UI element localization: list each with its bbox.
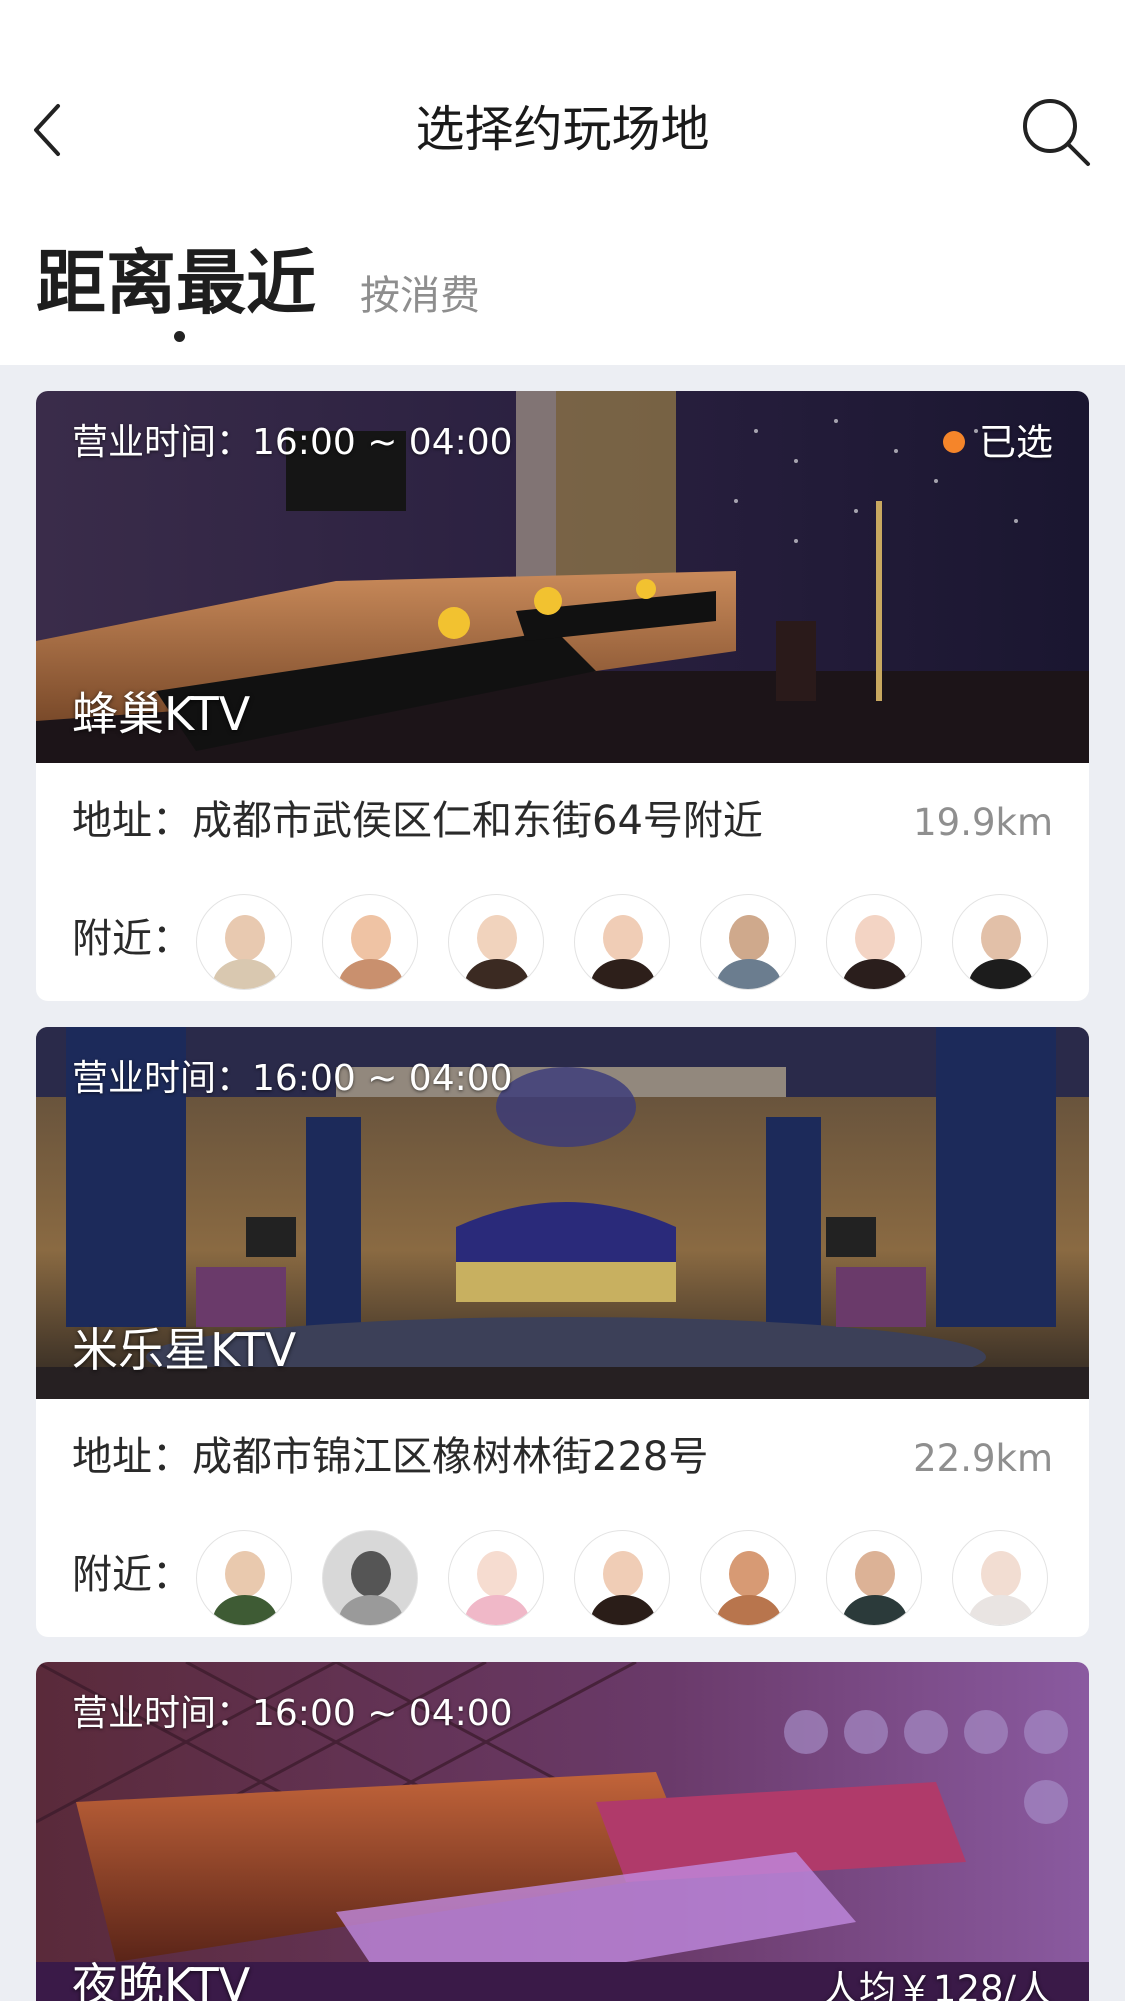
avatar[interactable] xyxy=(196,1530,292,1626)
avatar[interactable] xyxy=(574,1530,670,1626)
selected-badge: 已选 xyxy=(943,417,1053,469)
venue-photo: 营业时间：16:00 ~ 04:00 夜晚KTV 人均￥128/人 xyxy=(36,1662,1089,2001)
avatar[interactable] xyxy=(448,894,544,990)
tab-nearest[interactable]: 距离最近 xyxy=(36,238,316,328)
avatar[interactable] xyxy=(700,894,796,990)
venue-name: 夜晚KTV xyxy=(72,1958,251,2001)
avatar[interactable] xyxy=(952,1530,1048,1626)
venue-distance: 22.9km xyxy=(913,1437,1053,1480)
avatar[interactable] xyxy=(952,894,1048,990)
avatar[interactable] xyxy=(448,1530,544,1626)
nearby-avatars xyxy=(196,894,1056,990)
avatar[interactable] xyxy=(574,894,670,990)
venue-address: 地址：成都市锦江区橡树林街228号 xyxy=(72,1434,709,1480)
avatar[interactable] xyxy=(196,894,292,990)
venue-card[interactable]: 营业时间：16:00 ~ 04:00 已选 蜂巢KTV 地址：成都市武侯区仁和东… xyxy=(36,391,1089,1001)
search-icon[interactable] xyxy=(1020,96,1092,168)
active-tab-indicator xyxy=(174,331,185,342)
tab-by-cost[interactable]: 按消费 xyxy=(360,268,480,324)
business-hours: 营业时间：16:00 ~ 04:00 xyxy=(72,1058,513,1099)
header: 选择约玩场地 距离最近 按消费 xyxy=(0,0,1125,365)
avatar[interactable] xyxy=(700,1530,796,1626)
business-hours: 营业时间：16:00 ~ 04:00 xyxy=(72,1693,513,1734)
selected-label: 已选 xyxy=(979,421,1053,464)
venue-address: 地址：成都市武侯区仁和东街64号附近 xyxy=(72,798,763,844)
venue-card[interactable]: 营业时间：16:00 ~ 04:00 夜晚KTV 人均￥128/人 xyxy=(36,1662,1089,2001)
venue-card[interactable]: 营业时间：16:00 ~ 04:00 米乐星KTV 地址：成都市锦江区橡树林街2… xyxy=(36,1027,1089,1637)
avatar[interactable] xyxy=(826,894,922,990)
venue-name: 蜂巢KTV xyxy=(72,687,251,741)
venue-photo: 营业时间：16:00 ~ 04:00 已选 蜂巢KTV xyxy=(36,391,1089,763)
selected-dot-icon xyxy=(943,431,965,453)
nearby-label: 附近： xyxy=(72,1552,192,1598)
nearby-label: 附近： xyxy=(72,916,192,962)
avatar[interactable] xyxy=(322,1530,418,1626)
business-hours: 营业时间：16:00 ~ 04:00 xyxy=(72,422,513,463)
nearby-avatars xyxy=(196,1530,1056,1626)
avatar[interactable] xyxy=(322,894,418,990)
page-title: 选择约玩场地 xyxy=(415,101,710,158)
venue-distance: 19.9km xyxy=(913,801,1053,844)
venue-photo: 营业时间：16:00 ~ 04:00 米乐星KTV xyxy=(36,1027,1089,1399)
venue-name: 米乐星KTV xyxy=(72,1323,297,1377)
average-price: 人均￥128/人 xyxy=(821,1968,1053,2001)
avatar[interactable] xyxy=(826,1530,922,1626)
